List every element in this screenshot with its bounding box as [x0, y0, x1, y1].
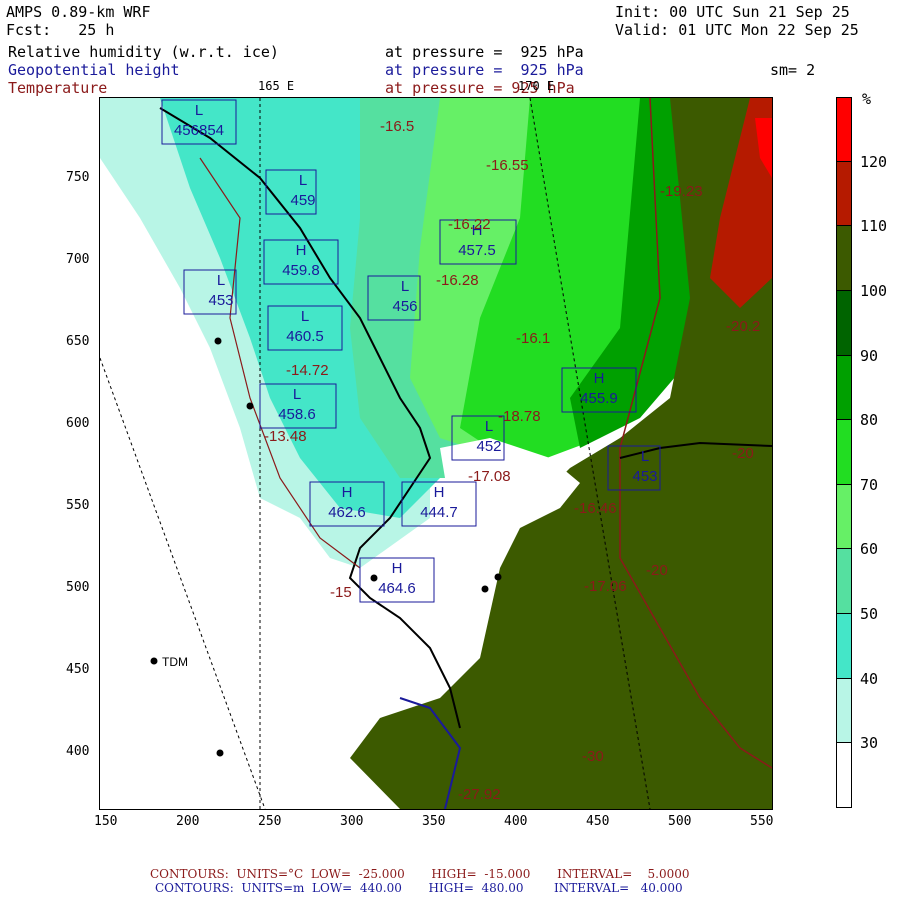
height-label: L 460.5 [286, 308, 324, 345]
footer-temp-contours: CONTOURS: UNITS=°C LOW= -25.000 HIGH= -1… [150, 867, 690, 881]
y-tick-label: 650 [66, 334, 90, 349]
temperature-label: -16.28 [436, 272, 479, 289]
station-dot [246, 402, 254, 410]
x-tick-label: 500 [668, 814, 692, 829]
colorbar-label: 50 [860, 605, 879, 624]
colorbar-segment [836, 355, 852, 421]
colorbar-label: 100 [860, 281, 888, 300]
x-tick-label: 250 [258, 814, 282, 829]
forecast-hour: Fcst: 25 h [6, 21, 115, 39]
colorbar-label: 70 [860, 475, 879, 494]
temperature-label: -16.5 [380, 118, 415, 135]
height-label: H 459.8 [282, 242, 320, 279]
x-tick-label: 150 [94, 814, 118, 829]
y-tick-label: 500 [66, 580, 90, 595]
station-dot [481, 585, 489, 593]
field3-name: Temperature [8, 79, 108, 97]
temperature-label: -17.06 [584, 578, 627, 595]
temperature-label: -13.48 [264, 428, 307, 445]
temperature-label: -30 [582, 748, 604, 765]
y-tick-label: 700 [66, 252, 90, 267]
height-label: L 453 [632, 448, 658, 485]
colorbar [836, 97, 852, 808]
temperature-label: -27.92 [458, 786, 501, 803]
temperature-label: -17.08 [468, 468, 511, 485]
smoothing-label: sm= 2 [770, 61, 816, 79]
height-label: L 456 [392, 278, 418, 315]
temperature-label: -20.2 [726, 318, 761, 335]
colorbar-segment [836, 420, 852, 485]
y-tick-label: 550 [66, 498, 90, 513]
height-label: L 459 [290, 172, 316, 209]
station-dot-tdm [150, 657, 158, 665]
colorbar-label: 30 [860, 734, 879, 753]
height-label: H 455.9 [580, 370, 618, 407]
footer-height-contours: CONTOURS: UNITS=m LOW= 440.00 HIGH= 480.… [155, 881, 683, 895]
colorbar-segment [836, 97, 852, 162]
temperature-label: -20 [646, 562, 668, 579]
y-tick-label: 750 [66, 170, 90, 185]
colorbar-label: 90 [860, 346, 879, 365]
height-label: L 458.6 [278, 386, 316, 423]
temperature-label: -16.46 [574, 500, 617, 517]
colorbar-label: 120 [860, 152, 888, 171]
x-tick-label: 200 [176, 814, 200, 829]
height-label: H 462.6 [328, 484, 366, 521]
temperature-label: -20 [732, 445, 754, 462]
init-time: Init: 00 UTC Sun 21 Sep 25 [615, 3, 850, 21]
x-tick-label: 550 [750, 814, 774, 829]
lon-label-165: 165 E [258, 79, 295, 93]
field2-name: Geopotential height [8, 61, 180, 79]
height-label: L 456854 [173, 102, 225, 139]
station-label-tdm: TDM [162, 655, 188, 669]
y-tick-label: 400 [66, 744, 90, 759]
temperature-label: -19.23 [660, 183, 703, 200]
height-label: L 453 [208, 272, 234, 309]
height-label: H 464.6 [378, 560, 416, 597]
colorbar-label: 60 [860, 540, 879, 559]
y-tick-label: 450 [66, 662, 90, 677]
y-tick-label: 600 [66, 416, 90, 431]
station-dot [214, 337, 222, 345]
x-tick-label: 300 [340, 814, 364, 829]
colorbar-label: 40 [860, 669, 879, 688]
temperature-label: -16.1 [516, 330, 551, 347]
x-tick-label: 450 [586, 814, 610, 829]
station-dot [494, 573, 502, 581]
height-label: H 444.7 [420, 484, 458, 521]
colorbar-segment [836, 678, 852, 744]
temperature-label: -15 [330, 584, 352, 601]
colorbar-segment [836, 161, 852, 227]
colorbar-segment [836, 226, 852, 291]
colorbar-label: 80 [860, 411, 879, 430]
station-dot [216, 749, 224, 757]
model-title: AMPS 0.89-km WRF [6, 3, 151, 21]
colorbar-label: 110 [860, 217, 888, 236]
lon-label-170: 170 E [518, 79, 555, 93]
colorbar-segment [836, 290, 852, 356]
colorbar-unit: % [862, 90, 872, 108]
temperature-label: -18.78 [498, 408, 541, 425]
x-tick-label: 400 [504, 814, 528, 829]
colorbar-segment [836, 614, 852, 679]
temperature-label: -14.72 [286, 362, 329, 379]
x-tick-label: 350 [422, 814, 446, 829]
field2-level: at pressure = 925 hPa [385, 61, 584, 79]
field1-level: at pressure = 925 hPa [385, 43, 584, 61]
temperature-label: -16.22 [448, 216, 491, 233]
temperature-label: -16.55 [486, 157, 529, 174]
colorbar-segment [836, 484, 852, 550]
valid-time: Valid: 01 UTC Mon 22 Sep 25 [615, 21, 859, 39]
field1-name: Relative humidity (w.r.t. ice) [8, 43, 279, 61]
colorbar-segment [836, 743, 852, 808]
colorbar-segment [836, 549, 852, 615]
